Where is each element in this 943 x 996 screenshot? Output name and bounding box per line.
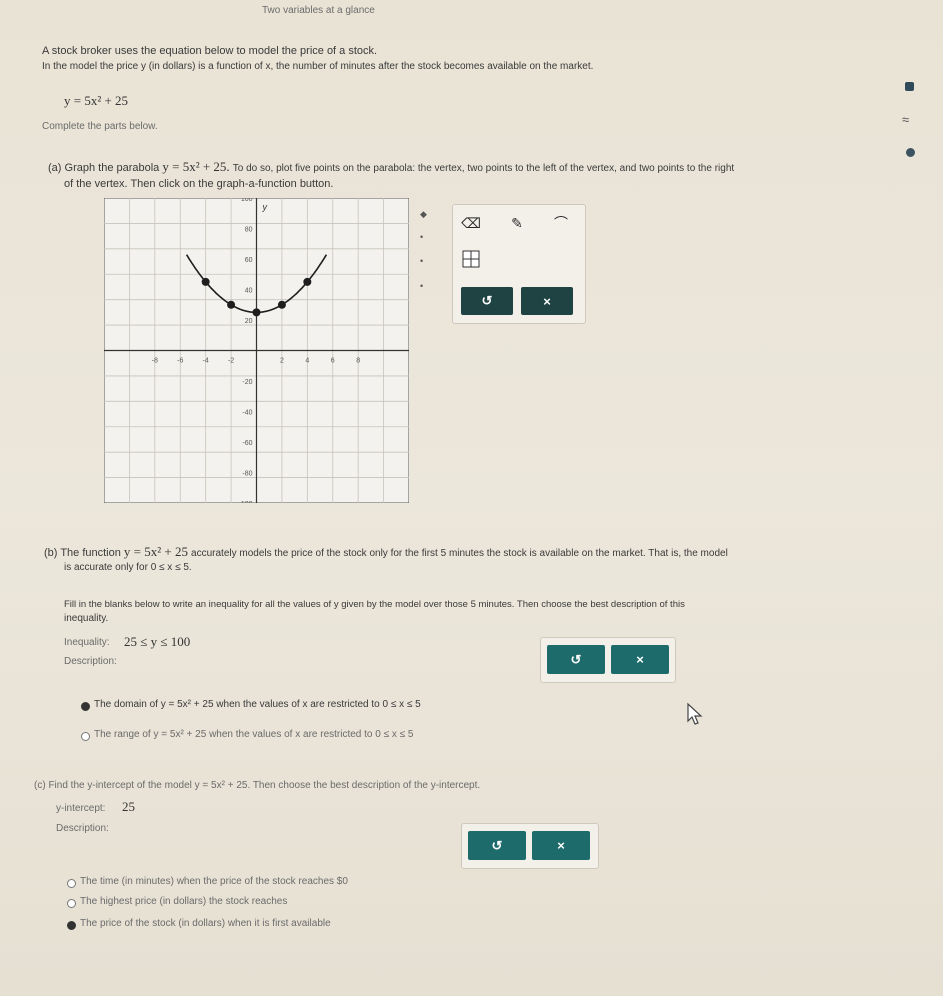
part-c-toolbox: ↺ × [461,823,599,869]
part-b-undo-button[interactable]: ↺ [547,645,605,674]
graph-toolbox: ⌫ ✎ ⌒ ↺ × [452,204,586,324]
y-tick-label: -60 [242,440,252,447]
plotted-point[interactable] [303,277,312,286]
part-a-label: (a) [48,162,62,174]
y-tick-label: 20 [245,318,253,325]
graph-clear-button[interactable]: × [521,287,573,315]
graph-marker-3: • [420,256,424,266]
part-b-option-2-radio[interactable] [81,732,90,741]
x-tick-label: -8 [152,358,158,365]
part-c-option-2-text[interactable]: The highest price (in dollars) the stock… [80,895,287,908]
y-tick-label: 100 [241,198,253,203]
help-icon[interactable] [906,148,915,157]
curve-tool-icon[interactable]: ⌒ [551,213,571,233]
part-c-line-1: (c) Find the y-intercept of the model y … [34,779,480,792]
part-b-option-2-text[interactable]: The range of y = 5x² + 25 when the value… [94,728,413,741]
x-tick-label: 2 [280,358,284,365]
part-b-clear-button[interactable]: × [611,645,669,674]
part-b-line-2: is accurate only for 0 ≤ x ≤ 5. [64,562,192,573]
part-a-equation: y = 5x² + 25. [162,159,230,174]
x-tick-label: -6 [177,358,183,365]
part-c-text: Find the y-intercept of the model y = 5x… [48,780,481,791]
intercept-label: y-intercept: [56,803,106,814]
intercept-input[interactable]: 25 [122,799,135,815]
mouse-cursor-icon [687,702,703,725]
graph-marker-1: ◆ [420,209,427,219]
part-c-label: (c) [34,780,46,791]
part-b-line-1: (b) The function y = 5x² + 25 accurately… [44,545,728,561]
part-b-toolbox: ↺ × [540,637,676,683]
part-c-description-label: Description: [56,823,109,834]
reading-icon[interactable]: ≈ [902,112,909,127]
graph-function-icon[interactable] [461,249,481,269]
part-a-line-2: of the vertex. Then click on the graph-a… [64,178,334,190]
part-b-line-4: inequality. [64,613,109,624]
graph-undo-button[interactable]: ↺ [461,287,513,315]
page-header-title: Two variables at a glance [262,5,375,16]
part-b-text-pre: The function [60,547,121,559]
x-tick-label: 8 [356,358,360,365]
inequality-input[interactable]: 25 ≤ y ≤ 100 [124,634,190,650]
pencil-icon[interactable]: ✎ [507,213,527,233]
y-axis-letter: y [262,202,268,212]
y-tick-label: -80 [242,471,252,478]
plotted-point[interactable] [201,277,210,286]
part-c-clear-button[interactable]: × [532,831,590,860]
inequality-label: Inequality: [64,637,110,648]
part-b-option-1-text[interactable]: The domain of y = 5x² + 25 when the valu… [94,698,421,711]
y-tick-label: 60 [245,257,253,264]
graph-marker-2: • [420,232,424,242]
x-tick-label: -4 [203,358,209,365]
bookmark-icon[interactable] [905,82,914,91]
coordinate-graph[interactable]: -8 -6 -4 -2 2 4 6 8 100 80 60 40 20 -20 -40 -60 -80 -100 y [104,198,409,503]
part-a-text-post: To do so, plot five points on the parabo… [232,163,735,174]
part-c-option-3-radio[interactable] [67,921,76,930]
x-tick-label: 6 [331,358,335,365]
part-b-option-1-radio[interactable] [81,702,90,711]
plotted-point[interactable] [277,300,286,309]
y-tick-label: -100 [238,501,252,503]
x-tick-label: 4 [305,358,309,365]
x-tick-label: -2 [228,358,234,365]
part-b-label: (b) [44,547,58,559]
part-c-option-1-text[interactable]: The time (in minutes) when the price of … [80,875,348,888]
part-a-line-1: (a) Graph the parabola y = 5x² + 25. To … [48,160,734,176]
part-c-option-2-radio[interactable] [67,899,76,908]
intro-instruction: Complete the parts below. [42,121,158,132]
intro-line-1: A stock broker uses the equation below t… [42,45,378,57]
part-b-line-3: Fill in the blanks below to write an ine… [64,599,685,610]
part-c-option-3-text[interactable]: The price of the stock (in dollars) when… [80,917,331,930]
y-tick-label: 80 [245,227,253,234]
graph-marker-4: • [420,281,424,291]
part-c-undo-button[interactable]: ↺ [468,831,526,860]
plotted-point[interactable] [252,308,261,317]
part-b-description-label: Description: [64,656,117,667]
eraser-icon[interactable]: ⌫ [461,213,481,233]
part-c-option-1-radio[interactable] [67,879,76,888]
intro-line-2: In the model the price y (in dollars) is… [42,61,594,72]
part-a-text-pre: Graph the parabola [64,162,160,174]
part-b-equation: y = 5x² + 25 [123,544,188,559]
intro-equation: y = 5x² + 25 [64,93,129,108]
y-tick-label: -20 [242,379,252,386]
y-tick-label: 40 [245,288,253,295]
y-tick-label: -40 [242,410,252,417]
plotted-point[interactable] [227,300,236,309]
part-b-text-post: accurately models the price of the stock… [191,548,728,559]
